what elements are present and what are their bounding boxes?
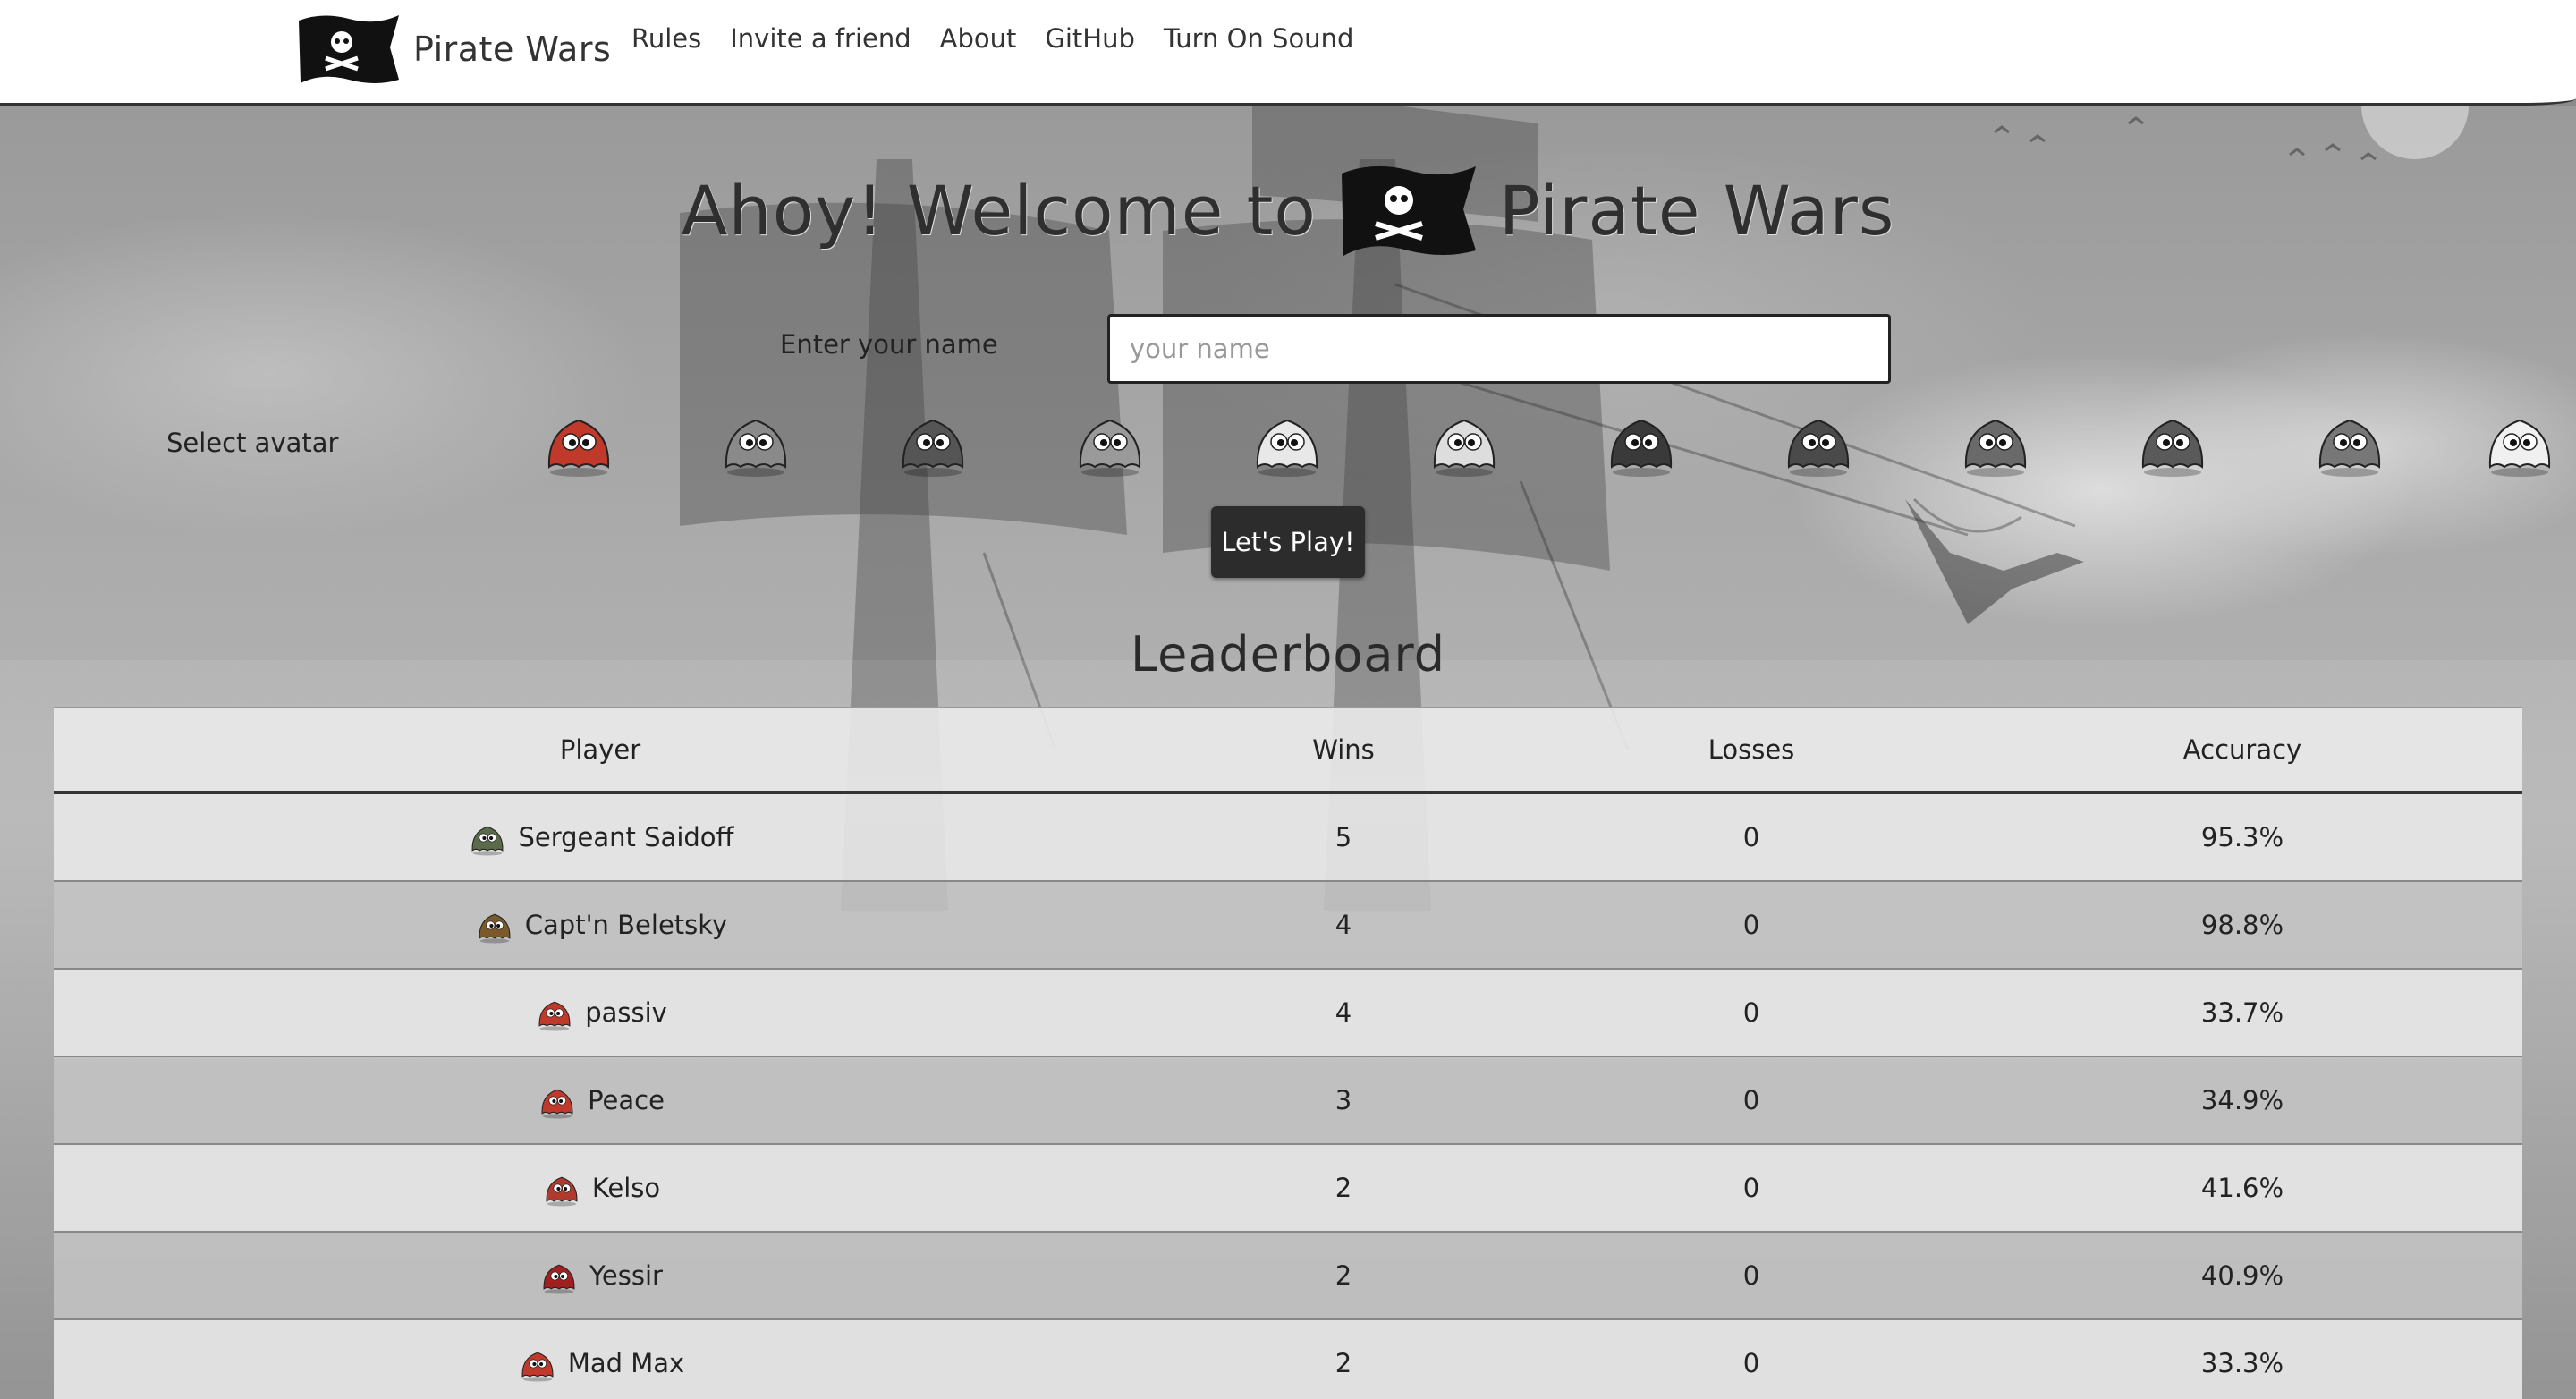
nav-link-about[interactable]: About xyxy=(940,23,1017,54)
table-row: Mad Max 2 0 33.3% xyxy=(54,1320,2522,1399)
table-row: Kelso 2 0 41.6% xyxy=(54,1145,2522,1233)
player-name: Yessir xyxy=(589,1260,663,1291)
player-name: Peace xyxy=(588,1085,665,1115)
gray-ghost-avatar-icon[interactable] xyxy=(716,404,796,478)
chef-avatar-icon[interactable] xyxy=(1247,404,1327,478)
cow-monster-avatar-icon[interactable] xyxy=(2309,404,2390,478)
player-cell: Capt'n Beletsky xyxy=(54,906,1147,944)
losses-cell: 0 xyxy=(1742,822,1760,852)
accuracy-cell: 34.9% xyxy=(2200,1085,2284,1115)
nav-link-invite-friend[interactable]: Invite a friend xyxy=(730,23,911,54)
player-name: passiv xyxy=(585,997,667,1028)
player-cell: passiv xyxy=(54,994,1147,1031)
white-monster-avatar-icon[interactable] xyxy=(1424,404,1504,478)
player-cell: Kelso xyxy=(54,1169,1147,1207)
pirate-bandana-avatar-icon[interactable] xyxy=(538,404,619,478)
table-row: Capt'n Beletsky 4 0 98.8% xyxy=(54,882,2522,970)
wins-cell: 4 xyxy=(1335,997,1352,1028)
black-monster-avatar-icon xyxy=(538,1257,580,1294)
table-row: Peace 3 0 34.9% xyxy=(54,1057,2522,1145)
losses-cell: 0 xyxy=(1742,997,1760,1028)
player-name: Capt'n Beletsky xyxy=(524,910,728,940)
ninja-avatar-icon[interactable] xyxy=(1778,404,1859,478)
horned-monster-avatar-icon[interactable] xyxy=(2132,404,2213,478)
nav-links: Rules Invite a friend About GitHub Turn … xyxy=(631,23,1353,54)
accuracy-cell: 41.6% xyxy=(2200,1173,2284,1203)
wins-cell: 2 xyxy=(1335,1260,1352,1291)
pirate-flag-icon xyxy=(299,15,399,83)
black-monster-avatar-icon[interactable] xyxy=(1601,404,1682,478)
losses-cell: 0 xyxy=(1742,910,1760,940)
table-row: passiv 4 0 33.7% xyxy=(54,970,2522,1057)
avatar-picker xyxy=(538,404,2560,478)
player-name: Kelso xyxy=(591,1173,661,1203)
welcome-heading: Ahoy! Welcome to Pirate Wars xyxy=(0,161,2576,259)
losses-cell: 0 xyxy=(1742,1085,1760,1115)
player-cell: Yessir xyxy=(54,1257,1147,1294)
leaderboard-title: Leaderboard xyxy=(1130,626,1446,683)
column-header-wins[interactable]: Wins xyxy=(1147,734,1540,765)
fish-avatar-icon[interactable] xyxy=(1070,404,1150,478)
table-header: Player Wins Losses Accuracy xyxy=(54,707,2522,794)
table-body: Sergeant Saidoff 5 0 95.3% Capt'n Beletsky 4 0… xyxy=(54,794,2522,1399)
player-cell: Mad Max xyxy=(54,1344,1147,1382)
losses-cell: 0 xyxy=(1742,1260,1760,1291)
dark-bot-avatar-icon[interactable] xyxy=(893,404,973,478)
name-input[interactable] xyxy=(1107,314,1891,384)
losses-cell: 0 xyxy=(1742,1173,1760,1203)
player-cell: Peace xyxy=(54,1081,1147,1119)
top-navbar: Pirate Wars Rules Invite a friend About … xyxy=(0,0,2576,106)
column-header-accuracy[interactable]: Accuracy xyxy=(1962,734,2522,765)
player-cell: Sergeant Saidoff xyxy=(54,818,1147,856)
captain-avatar-icon xyxy=(473,906,516,944)
leaderboard-table: Player Wins Losses Accuracy Sergeant Sai… xyxy=(54,707,2522,1399)
table-row: Sergeant Saidoff 5 0 95.3% xyxy=(54,794,2522,882)
avatar-label: Select avatar xyxy=(166,428,339,458)
wins-cell: 2 xyxy=(1335,1348,1352,1378)
welcome-title-left: Ahoy! Welcome to xyxy=(681,170,1317,250)
player-name: Mad Max xyxy=(567,1348,685,1378)
nav-link-github[interactable]: GitHub xyxy=(1045,23,1135,54)
column-header-player[interactable]: Player xyxy=(54,734,1147,765)
nav-link-rules[interactable]: Rules xyxy=(631,23,701,54)
accuracy-cell: 33.7% xyxy=(2200,997,2284,1028)
captain-avatar-icon[interactable] xyxy=(1955,404,2036,478)
welcome-title-right: Pirate Wars xyxy=(1498,170,1895,250)
nav-link-sound-toggle[interactable]: Turn On Sound xyxy=(1164,23,1353,54)
wins-cell: 2 xyxy=(1335,1173,1352,1203)
name-label: Enter your name xyxy=(780,329,998,360)
brand-name: Pirate Wars xyxy=(413,30,612,69)
accuracy-cell: 40.9% xyxy=(2200,1260,2284,1291)
soldier-avatar-icon xyxy=(466,818,509,856)
accuracy-cell: 98.8% xyxy=(2200,910,2284,940)
dark-bot-avatar-icon xyxy=(516,1344,559,1382)
wins-cell: 4 xyxy=(1335,910,1352,940)
wins-cell: 5 xyxy=(1335,822,1352,852)
cow-monster-avatar-icon xyxy=(540,1169,583,1207)
table-row: Yessir 2 0 40.9% xyxy=(54,1233,2522,1320)
lets-play-button[interactable]: Let's Play! xyxy=(1211,506,1365,578)
accuracy-cell: 95.3% xyxy=(2200,822,2284,852)
pirate-bandana-avatar-icon xyxy=(533,994,576,1031)
sword-ghost-avatar-icon[interactable] xyxy=(2479,404,2560,478)
pirate-flag-icon xyxy=(1341,165,1476,256)
player-name: Sergeant Saidoff xyxy=(518,822,734,852)
horned-monster-avatar-icon xyxy=(536,1081,579,1119)
column-header-losses[interactable]: Losses xyxy=(1540,734,1962,765)
brand-logo[interactable]: Pirate Wars xyxy=(295,11,611,88)
accuracy-cell: 33.3% xyxy=(2200,1348,2284,1378)
losses-cell: 0 xyxy=(1742,1348,1760,1378)
wins-cell: 3 xyxy=(1335,1085,1352,1115)
